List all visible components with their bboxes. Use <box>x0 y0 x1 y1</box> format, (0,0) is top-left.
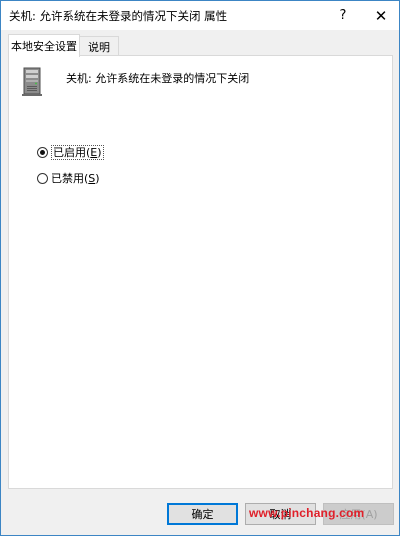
site-watermark: www.pinchang.com <box>249 506 365 520</box>
disabled-radio[interactable] <box>37 172 48 184</box>
close-icon: ✕ <box>374 6 388 25</box>
disabled-option[interactable]: 已禁用(S) <box>37 170 100 186</box>
disabled-label[interactable]: 已禁用(S) <box>51 170 100 186</box>
tab-label: 本地安全设置 <box>11 40 77 53</box>
tab-local-security-setting[interactable]: 本地安全设置 <box>8 34 80 57</box>
enabled-option[interactable]: 已启用(E) <box>37 144 104 160</box>
tab-panel: 关机: 允许系统在未登录的情况下关闭 已启用(E) 已禁用(S) <box>8 55 393 489</box>
close-button[interactable]: ✕ <box>363 1 399 30</box>
enabled-radio[interactable] <box>37 146 48 158</box>
ok-button[interactable]: 确定 <box>167 503 238 525</box>
enabled-label[interactable]: 已启用(E) <box>51 144 104 160</box>
help-button[interactable]: ? <box>325 1 361 30</box>
title-bar[interactable]: 关机: 允许系统在未登录的情况下关闭 属性 ? ✕ <box>1 1 399 30</box>
tab-strip: 本地安全设置 说明 <box>8 34 393 57</box>
help-icon: ? <box>339 8 347 23</box>
policy-title: 关机: 允许系统在未登录的情况下关闭 <box>66 72 250 85</box>
tab-explain[interactable]: 说明 <box>79 36 119 56</box>
properties-dialog: 关机: 允许系统在未登录的情况下关闭 属性 ? ✕ 本地安全设置 说明 关机: … <box>0 0 400 536</box>
server-icon <box>22 67 42 96</box>
window-title: 关机: 允许系统在未登录的情况下关闭 属性 <box>9 9 228 23</box>
tab-label: 说明 <box>88 40 110 54</box>
